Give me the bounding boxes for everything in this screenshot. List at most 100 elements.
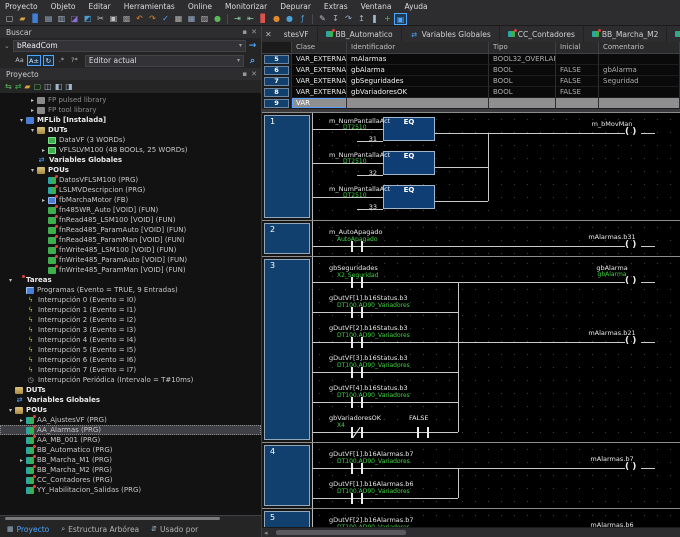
coil-symbol[interactable]: ( ): [625, 128, 636, 137]
menu-editar[interactable]: Editar: [89, 2, 111, 11]
sidebar-tab-estructura-arborea[interactable]: ⌕ Estructura Arbórea: [56, 521, 144, 537]
column-header-clase[interactable]: Clase: [292, 42, 347, 54]
tree-item-variables[interactable]: ⇄ Variables Globales: [0, 155, 261, 165]
editor-tab-stesvf[interactable]: stesVF: [276, 26, 318, 42]
paste-icon[interactable]: ▩: [120, 13, 133, 25]
row-number-cell[interactable]: 7: [262, 76, 292, 87]
new-folder-icon[interactable]: ▰: [24, 81, 30, 92]
cell-clase[interactable]: VAR_EXTERNAL: [292, 76, 347, 87]
network-canvas[interactable]: gDutVF[2].b16Alarmas.b7DT100.AD90_Variad…: [312, 509, 680, 527]
tree-item-datavf[interactable]: DataVF (3 WORDs): [0, 135, 261, 145]
step-into-icon[interactable]: ↧: [329, 13, 342, 25]
tree-expander-icon[interactable]: ▸: [28, 107, 37, 114]
cell-comentario[interactable]: [599, 54, 680, 65]
match-case-button[interactable]: Aa: [14, 55, 25, 66]
code-image-icon[interactable]: ▨: [198, 13, 211, 25]
cell-clase[interactable]: VAR_EXTERNAL: [292, 87, 347, 98]
coil-symbol[interactable]: ( ): [625, 463, 636, 472]
editor-tab-variables-globales[interactable]: ⇄ Variables Globales: [402, 26, 500, 42]
network-number[interactable]: 2: [264, 223, 310, 254]
link-icon[interactable]: ⇄: [15, 81, 22, 92]
tree-expander-icon[interactable]: ▾: [28, 127, 37, 134]
search-scope-select[interactable]: Editor actual ▾: [84, 54, 244, 67]
edit-online-icon[interactable]: ✎: [316, 13, 329, 25]
tree-item-interrupcin[interactable]: ϟ Interrupción 2 (Evento = I2): [0, 315, 261, 325]
view-right-icon[interactable]: ◨: [65, 81, 73, 92]
tree-expander-icon[interactable]: ▸: [39, 197, 48, 204]
tree-item-interrupcin[interactable]: ϟ Interrupción 6 (Evento = I6): [0, 355, 261, 365]
cell-inicial[interactable]: FALSE: [556, 87, 599, 98]
tree-expander-icon[interactable]: ▾: [17, 117, 26, 124]
editor-tab-bb-marcha-m1[interactable]: BB_Marcha_M1: [667, 26, 680, 42]
tree-item-aa_mb_001[interactable]: AA_MB_001 (PRG): [0, 434, 261, 445]
tree-item-interrupcin[interactable]: ϟ Interrupción 0 (Evento = I0): [0, 295, 261, 305]
network-number[interactable]: 4: [264, 445, 310, 506]
check-program-icon[interactable]: ✓: [159, 13, 172, 25]
tree-item-fnread485_lsm100[interactable]: fnRead485_LSM100 [VOID] (FUN): [0, 214, 261, 225]
tree-item-fp[interactable]: ▸ FP tool library: [0, 105, 261, 115]
tree-item-tareas[interactable]: ▾ Tareas: [0, 274, 261, 285]
tree-item-interrupcin[interactable]: ◷ Interrupción Periódica (Intervalo = T#1…: [0, 375, 261, 385]
open-project-icon[interactable]: ▰: [16, 13, 29, 25]
cell-tipo[interactable]: BOOL: [489, 76, 556, 87]
messages-icon[interactable]: ◩: [81, 13, 94, 25]
tree-expander-icon[interactable]: ▸: [17, 417, 26, 424]
coil-symbol[interactable]: ( ): [625, 241, 636, 250]
scroll-left-icon[interactable]: ◂: [264, 529, 268, 537]
monitor-mode-icon[interactable]: ▣: [394, 12, 407, 25]
watch-icon[interactable]: +: [381, 13, 394, 25]
tree-item-pous[interactable]: ▾ POUs: [0, 165, 261, 175]
tree-item-fnread485_paramman[interactable]: fnRead485_ParamMan [VOID] (FUN): [0, 234, 261, 245]
tree-item-bb_marcha_m2[interactable]: BB_Marcha_M2 (PRG): [0, 464, 261, 475]
row-number-cell[interactable]: 8: [262, 87, 292, 98]
editor-tab-bb-automatico[interactable]: BB_Automatico: [318, 26, 402, 42]
tree-item-yy_habilitacion_salidas[interactable]: YY_Habilitacion_Salidas (PRG): [0, 484, 261, 495]
cell-comentario[interactable]: [599, 98, 680, 109]
row-number-cell[interactable]: 5: [262, 54, 292, 65]
cell-comentario[interactable]: [599, 87, 680, 98]
tree-item-lslmvdescripcion[interactable]: LSLMVDescripcion (PRG): [0, 184, 261, 195]
cell-clase[interactable]: VAR_EXTERNAL: [292, 54, 347, 65]
match-accents-button[interactable]: A±: [27, 55, 41, 66]
editor-tab-cc-contadores[interactable]: CC_Contadores: [500, 26, 584, 42]
pin-icon[interactable]: ▪: [242, 70, 247, 78]
eq-block[interactable]: EQ: [383, 185, 435, 209]
new-project-icon[interactable]: ▢: [3, 13, 16, 25]
close-icon[interactable]: ✕: [251, 70, 257, 78]
eq-block[interactable]: EQ: [383, 117, 435, 141]
editor-tab-bb-marcha-m2[interactable]: BB_Marcha_M2: [584, 26, 668, 42]
tree-item-fbmarchamotor[interactable]: ▸ fbMarchaMotor (FB): [0, 194, 261, 205]
print-icon[interactable]: ▤: [42, 13, 55, 25]
search-button[interactable]: ⌕: [246, 56, 259, 66]
save-icon[interactable]: ▉: [29, 13, 42, 25]
close-icon[interactable]: ✕: [251, 28, 257, 36]
tree-item-duts[interactable]: DUTs: [0, 385, 261, 395]
step-out-icon[interactable]: ↥: [355, 13, 368, 25]
loop-search-button[interactable]: ↻: [42, 55, 54, 66]
network-canvas[interactable]: gbSeguridades X2_Seguridad gDutVF[1].b16St…: [312, 257, 680, 442]
tree-expander-icon[interactable]: ▾: [28, 167, 37, 174]
network-number[interactable]: 5: [264, 511, 310, 527]
print-preview-icon[interactable]: ▥: [55, 13, 68, 25]
cell-identificador[interactable]: [347, 98, 489, 109]
tree-item-fnwrite485_paramman[interactable]: fnWrite485_ParamMan [VOID] (FUN): [0, 264, 261, 275]
table-row[interactable]: 9 VAR: [262, 98, 680, 109]
menu-proyecto[interactable]: Proyecto: [5, 2, 38, 11]
tree-expander-icon[interactable]: ▾: [6, 277, 15, 284]
network-number[interactable]: 3: [264, 259, 310, 440]
table-row[interactable]: 8 VAR_EXTERNAL gbVariadoresOK BOOL FALSE: [262, 87, 680, 98]
tree-item-duts[interactable]: ▾ DUTs: [0, 125, 261, 135]
eq-block[interactable]: EQ: [383, 151, 435, 175]
cell-inicial[interactable]: FALSE: [556, 65, 599, 76]
column-header-identificador[interactable]: Identificador: [347, 42, 489, 54]
cell-inicial[interactable]: [556, 54, 599, 65]
find-next-button[interactable]: →: [246, 41, 259, 51]
wildcard-button[interactable]: ?*: [69, 55, 80, 66]
cell-identificador[interactable]: gbAlarma: [347, 65, 489, 76]
menu-herramientas[interactable]: Herramientas: [124, 2, 175, 11]
cell-inicial[interactable]: [556, 98, 599, 109]
menu-ventana[interactable]: Ventana: [361, 2, 392, 11]
cell-identificador[interactable]: mAlarmas: [347, 54, 489, 65]
view-left-icon[interactable]: ◧: [55, 81, 63, 92]
scrollbar-thumb[interactable]: [276, 530, 406, 535]
